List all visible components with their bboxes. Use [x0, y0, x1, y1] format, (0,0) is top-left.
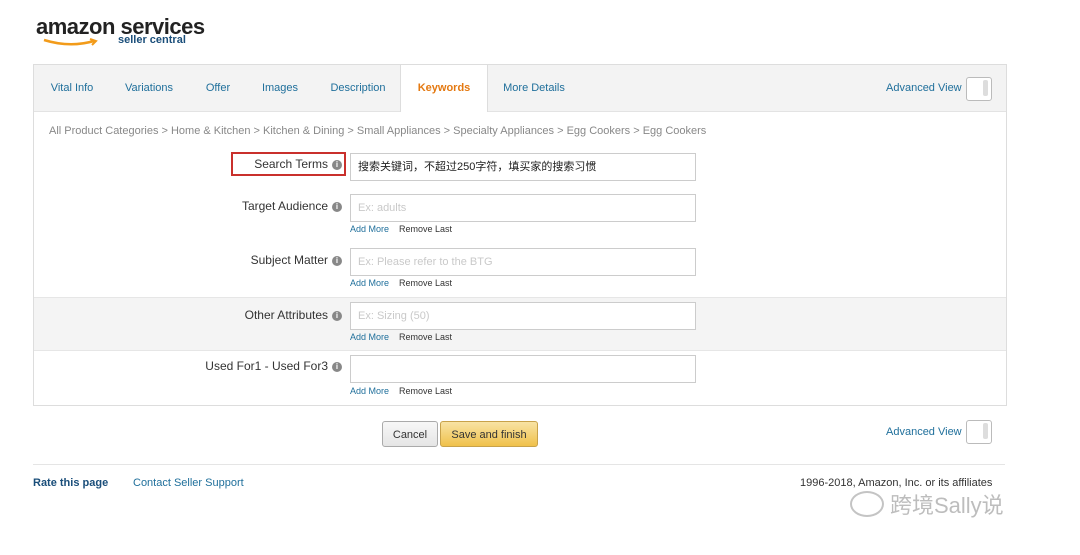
used-for-row: Used For1 - Used For3 i Add More Remove La… — [34, 351, 1006, 405]
target-audience-links: Add More Remove Last — [350, 224, 452, 234]
category-breadcrumb: All Product Categories > Home & Kitchen … — [49, 125, 707, 137]
other-attributes-placeholder: Ex: Sizing (50) — [358, 310, 430, 322]
amazon-smile-icon — [43, 38, 98, 46]
amazon-services-logo[interactable]: amazon services seller central — [36, 14, 205, 46]
tab-bar: Vital Info Variations Offer Images Descr… — [34, 65, 1006, 112]
subject-matter-row: Subject Matter i Ex: Please refer to the … — [34, 245, 1006, 299]
tab-offer[interactable]: Offer — [194, 65, 242, 111]
contact-seller-support-link[interactable]: Contact Seller Support — [133, 477, 244, 489]
footer-divider — [33, 464, 1005, 465]
brand-subtitle: seller central — [118, 34, 186, 46]
remove-last-link[interactable]: Remove Last — [399, 278, 452, 288]
search-terms-label-text: Search Terms — [254, 157, 328, 171]
subject-matter-input[interactable]: Ex: Please refer to the BTG — [350, 248, 696, 276]
used-for-input[interactable] — [350, 355, 696, 383]
info-icon[interactable]: i — [332, 202, 342, 212]
info-icon[interactable]: i — [332, 160, 342, 170]
tab-description[interactable]: Description — [320, 65, 396, 111]
rate-this-page-link[interactable]: Rate this page — [33, 477, 108, 489]
other-attributes-links: Add More Remove Last — [350, 332, 452, 342]
watermark-text: 跨境Sally说 — [890, 493, 1004, 518]
other-attributes-input[interactable]: Ex: Sizing (50) — [350, 302, 696, 330]
watermark: 跨境Sally说 — [850, 488, 1004, 520]
subject-matter-placeholder: Ex: Please refer to the BTG — [358, 256, 493, 268]
target-audience-input[interactable]: Ex: adults — [350, 194, 696, 222]
search-terms-label: Search Terms i — [254, 157, 342, 171]
subject-matter-links: Add More Remove Last — [350, 278, 452, 288]
target-audience-row: Target Audience i Ex: adults Add More Remo… — [34, 191, 1006, 245]
remove-last-link[interactable]: Remove Last — [399, 332, 452, 342]
remove-last-link[interactable]: Remove Last — [399, 224, 452, 234]
info-icon[interactable]: i — [332, 311, 342, 321]
target-audience-placeholder: Ex: adults — [358, 202, 407, 214]
target-audience-label: Target Audience i — [242, 199, 342, 213]
tab-more-details[interactable]: More Details — [494, 65, 574, 111]
advanced-view-toggle-bottom[interactable] — [966, 420, 992, 444]
add-more-link[interactable]: Add More — [350, 278, 389, 288]
advanced-view-toggle[interactable] — [966, 77, 992, 101]
target-audience-label-text: Target Audience — [241, 199, 328, 213]
info-icon[interactable]: i — [332, 256, 342, 266]
add-more-link[interactable]: Add More — [350, 224, 389, 234]
other-attributes-row: Other Attributes i Ex: Sizing (50) Add Mo… — [34, 297, 1006, 351]
other-attributes-label-text: Other Attributes — [244, 308, 328, 322]
add-more-link[interactable]: Add More — [350, 332, 389, 342]
other-attributes-label: Other Attributes i — [245, 308, 342, 322]
add-more-link[interactable]: Add More — [350, 386, 389, 396]
search-terms-row: Search Terms i 搜索关键词，不超过250字符，填买家的搜索习惯 — [34, 149, 1006, 191]
advanced-view-label-bottom[interactable]: Advanced View — [886, 426, 962, 438]
tab-keywords[interactable]: Keywords — [400, 65, 488, 112]
subject-matter-label-text: Subject Matter — [250, 253, 328, 267]
subject-matter-label: Subject Matter i — [251, 253, 342, 267]
save-and-finish-button[interactable]: Save and finish — [440, 421, 538, 447]
tab-vital-info[interactable]: Vital Info — [36, 65, 108, 111]
advanced-view-label[interactable]: Advanced View — [886, 82, 962, 94]
search-terms-input[interactable]: 搜索关键词，不超过250字符，填买家的搜索习惯 — [350, 153, 696, 181]
cancel-button[interactable]: Cancel — [382, 421, 438, 447]
remove-last-link[interactable]: Remove Last — [399, 386, 452, 396]
used-for-label: Used For1 - Used For3 i — [205, 359, 342, 373]
tab-variations[interactable]: Variations — [112, 65, 186, 111]
info-icon[interactable]: i — [332, 362, 342, 372]
used-for-label-text: Used For1 - Used For3 — [205, 359, 328, 373]
listing-editor-panel: Vital Info Variations Offer Images Descr… — [33, 64, 1007, 406]
tab-images[interactable]: Images — [250, 65, 310, 111]
wechat-icon — [850, 491, 884, 517]
used-for-links: Add More Remove Last — [350, 386, 452, 396]
